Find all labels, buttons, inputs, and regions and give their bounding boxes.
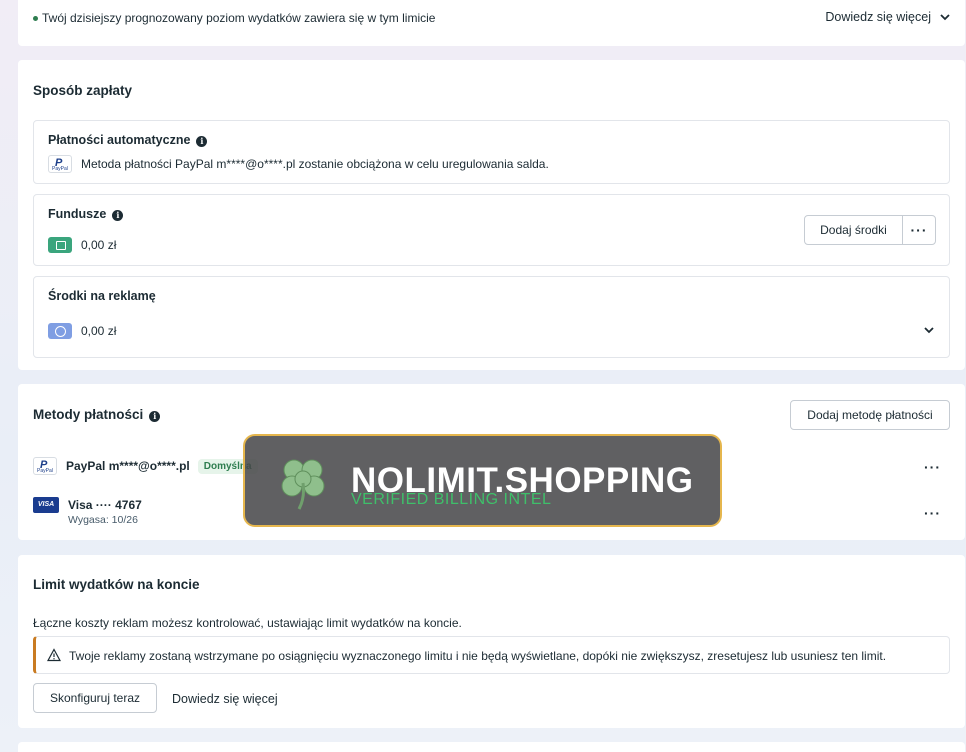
add-payment-method-button[interactable]: Dodaj metodę płatności (790, 400, 950, 430)
configure-now-button[interactable]: Skonfiguruj teraz (33, 683, 157, 713)
info-icon[interactable]: i (112, 210, 124, 221)
visa-icon: VISA (33, 497, 59, 513)
paypal-more-button[interactable]: ··· (924, 460, 941, 474)
visa-method-name: Visa ···· 4767 (68, 498, 142, 512)
spending-limit-description: Łączne koszty reklam możesz kontrolować,… (33, 616, 462, 630)
funds-heading: Fundusze i (48, 207, 124, 221)
warning-banner: Twoje reklamy zostaną wstrzymane po osią… (33, 636, 950, 674)
chevron-down-icon[interactable] (939, 10, 951, 24)
funds-more-button[interactable]: ··· (902, 215, 936, 245)
ad-funds-amount-line: 0,00 zł (48, 323, 116, 339)
spending-limit-title: Limit wydatków na koncie (33, 577, 200, 592)
payment-method-title: Sposób zapłaty (33, 83, 133, 98)
funds-panel: Fundusze i 0,00 zł Dodaj środki ··· (33, 194, 950, 266)
forecast-text: Twój dzisiejszy prognozowany poziom wyda… (42, 11, 436, 25)
funds-amount: 0,00 zł (81, 238, 117, 252)
forecast-learn-more-link[interactable]: Dowiedz się więcej (825, 10, 931, 24)
info-icon[interactable]: i (149, 411, 161, 422)
visa-more-button[interactable]: ··· (924, 506, 941, 520)
paypal-method-name: PayPal m****@o****.pl (66, 459, 190, 473)
payment-method-row[interactable]: P PayPal PayPal m****@o****.pl Domyślna (33, 457, 258, 475)
watermark-tagline: VERIFIED BILLING INTEL (351, 491, 552, 508)
wallet-icon (48, 237, 72, 253)
status-dot-icon (33, 16, 38, 21)
clover-icon (281, 459, 325, 510)
spending-limit-learn-more-link[interactable]: Dowiedz się więcej (172, 692, 278, 706)
spending-limit-card: Limit wydatków na koncie Łączne koszty r… (18, 555, 965, 728)
info-icon[interactable]: i (196, 136, 208, 147)
auto-payments-panel: Płatności automatyczne i P PayPal Metoda p… (33, 120, 950, 184)
warning-icon (47, 648, 61, 662)
add-funds-button[interactable]: Dodaj środki (804, 215, 903, 245)
auto-payments-heading: Płatności automatyczne i (48, 133, 208, 147)
next-card (18, 742, 965, 752)
auto-payments-line: P PayPal Metoda płatności PayPal m****@o*… (48, 155, 549, 173)
funds-heading-text: Fundusze (48, 207, 107, 221)
forecast-card: Twój dzisiejszy prognozowany poziom wyda… (18, 0, 965, 46)
watermark-overlay: NOLIMIT.SHOPPING VERIFIED BILLING INTEL (243, 434, 722, 527)
payment-method-row[interactable]: VISA Visa ···· 4767 (33, 497, 142, 513)
auto-payments-heading-text: Płatności automatyczne (48, 133, 191, 147)
ad-funds-panel: Środki na reklamę 0,00 zł (33, 276, 950, 358)
payment-methods-title: Metody płatności i (33, 407, 161, 422)
payment-methods-title-text: Metody płatności (33, 407, 144, 422)
visa-expiry: Wygasa: 10/26 (68, 514, 138, 526)
chevron-down-icon[interactable] (923, 323, 935, 337)
payment-method-card: Sposób zapłaty Płatności automatyczne i P… (18, 60, 965, 370)
ad-funds-amount: 0,00 zł (81, 324, 117, 338)
paypal-icon: P PayPal (33, 457, 57, 475)
warning-text: Twoje reklamy zostaną wstrzymane po osią… (69, 649, 887, 663)
funds-amount-line: 0,00 zł (48, 237, 116, 253)
paypal-icon: P PayPal (48, 155, 72, 173)
ad-credit-icon (48, 323, 72, 339)
ad-funds-heading: Środki na reklamę (48, 289, 156, 303)
auto-payments-text: Metoda płatności PayPal m****@o****.pl z… (81, 157, 549, 171)
